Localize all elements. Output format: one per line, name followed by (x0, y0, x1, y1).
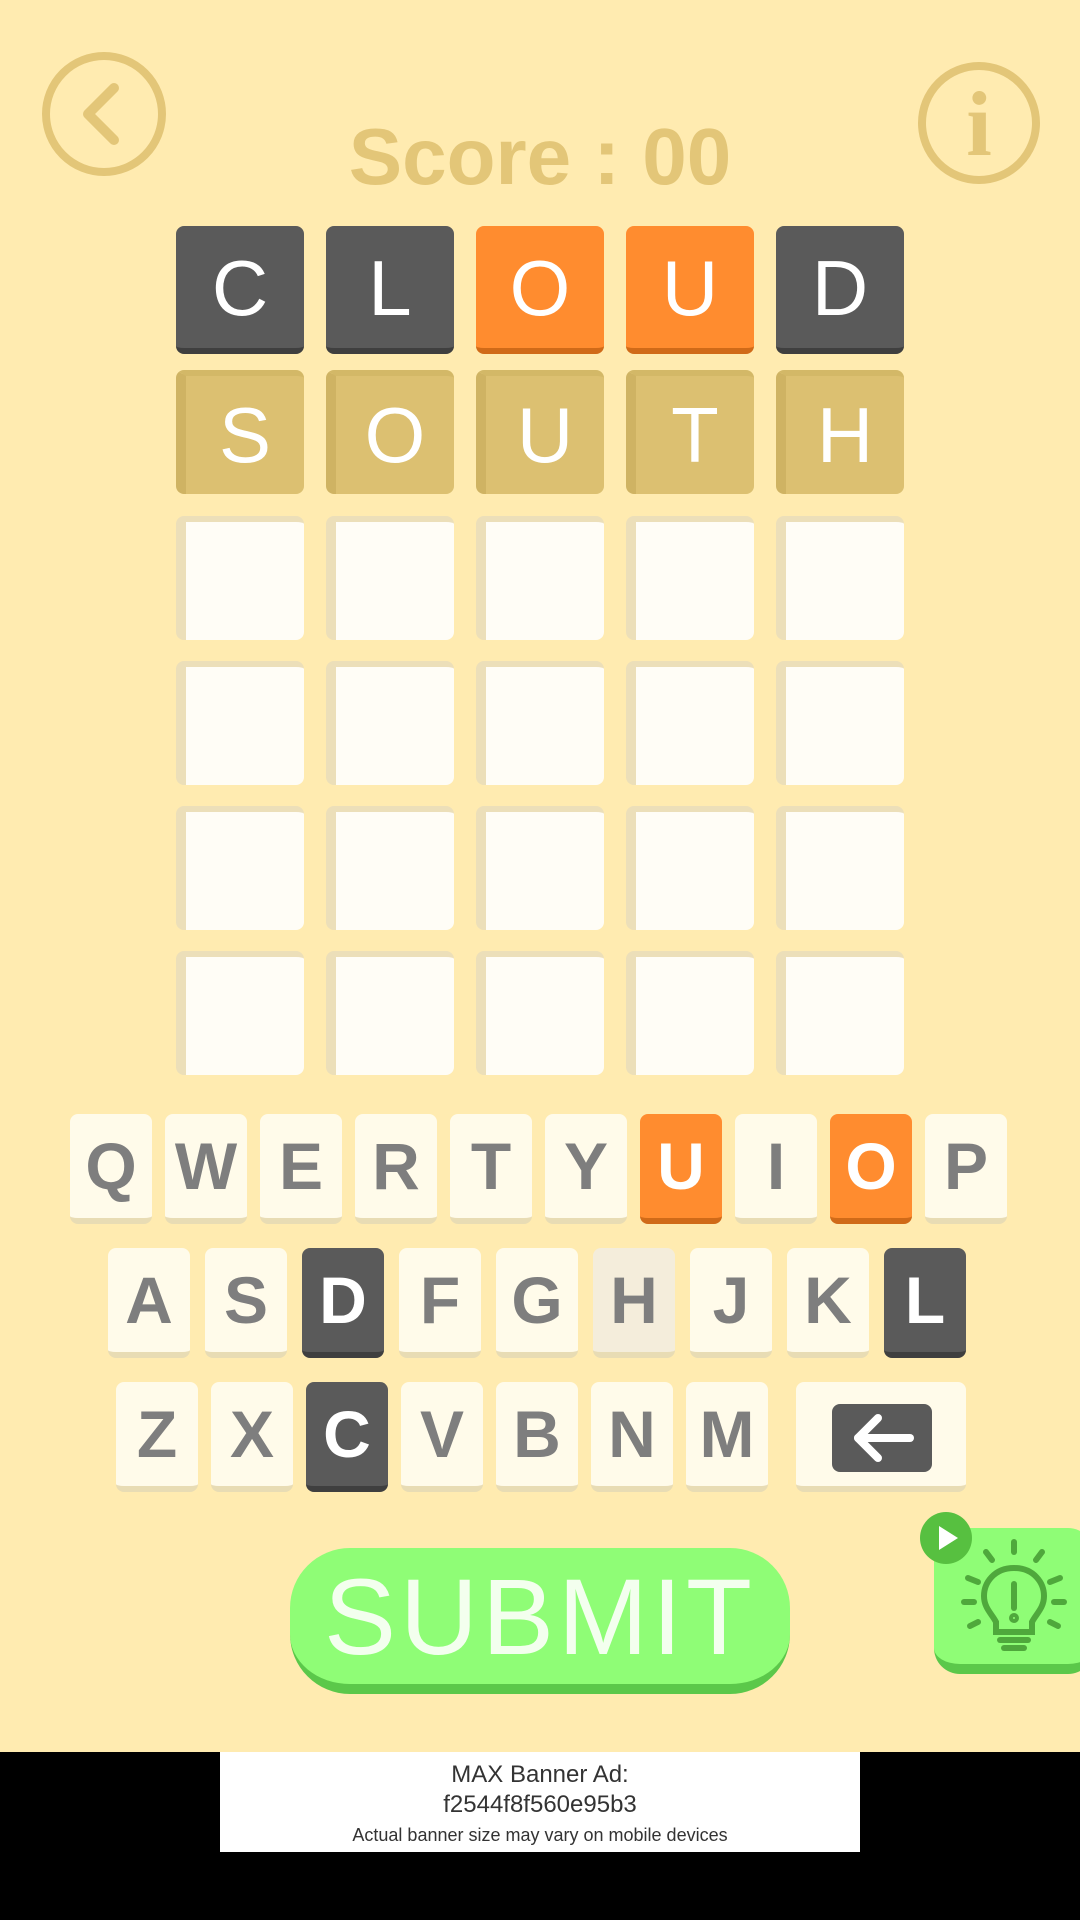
ad-banner[interactable]: MAX Banner Ad: f2544f8f560e95b3 Actual b… (220, 1752, 860, 1852)
ad-note: Actual banner size may vary on mobile de… (352, 1825, 728, 1845)
board-tile: C (176, 226, 304, 354)
ad-title: MAX Banner Ad: (451, 1761, 629, 1788)
board-tile: D (776, 226, 904, 354)
board-tile (326, 661, 454, 785)
board-tile (326, 951, 454, 1075)
key-n[interactable]: N (591, 1382, 673, 1492)
key-y[interactable]: Y (545, 1114, 627, 1224)
board-tile: O (476, 226, 604, 354)
key-s[interactable]: S (205, 1248, 287, 1358)
key-h[interactable]: H (593, 1248, 675, 1358)
board-tile (476, 951, 604, 1075)
key-k[interactable]: K (787, 1248, 869, 1358)
play-icon (939, 1526, 958, 1550)
key-z[interactable]: Z (116, 1382, 198, 1492)
key-b[interactable]: B (496, 1382, 578, 1492)
backspace-arrow-icon (854, 1414, 914, 1462)
submit-button[interactable]: SUBMIT (290, 1548, 790, 1694)
board-tile (626, 951, 754, 1075)
board-tile: O (326, 370, 454, 494)
board-tile (476, 516, 604, 640)
board-tile (776, 806, 904, 930)
key-x[interactable]: X (211, 1382, 293, 1492)
key-t[interactable]: T (450, 1114, 532, 1224)
key-u[interactable]: U (640, 1114, 722, 1224)
key-a[interactable]: A (108, 1248, 190, 1358)
board-tile (626, 806, 754, 930)
board-tile (176, 516, 304, 640)
key-p[interactable]: P (925, 1114, 1007, 1224)
board-tile: U (626, 226, 754, 354)
score-label: Score : 00 (348, 112, 732, 201)
key-r[interactable]: R (355, 1114, 437, 1224)
board-tile (776, 661, 904, 785)
key-d[interactable]: D (302, 1248, 384, 1358)
key-m[interactable]: M (686, 1382, 768, 1492)
key-e[interactable]: E (260, 1114, 342, 1224)
board-tile: L (326, 226, 454, 354)
board-tile (176, 806, 304, 930)
key-w[interactable]: W (165, 1114, 247, 1224)
key-j[interactable]: J (690, 1248, 772, 1358)
board-tile: S (176, 370, 304, 494)
board-tile (326, 806, 454, 930)
board-tile (476, 806, 604, 930)
ad-id: f2544f8f560e95b3 (443, 1791, 637, 1818)
board-tile (626, 661, 754, 785)
board-tile (776, 951, 904, 1075)
key-v[interactable]: V (401, 1382, 483, 1492)
board-tile (776, 516, 904, 640)
board-tile (326, 516, 454, 640)
board-tile: H (776, 370, 904, 494)
board-tile (176, 661, 304, 785)
key-i[interactable]: I (735, 1114, 817, 1224)
backspace-key[interactable] (796, 1382, 966, 1492)
key-o[interactable]: O (830, 1114, 912, 1224)
board-tile (476, 661, 604, 785)
key-f[interactable]: F (399, 1248, 481, 1358)
board-tile: U (476, 370, 604, 494)
key-l[interactable]: L (884, 1248, 966, 1358)
video-reward-badge[interactable] (920, 1512, 972, 1564)
key-c[interactable]: C (306, 1382, 388, 1492)
board-tile (176, 951, 304, 1075)
key-q[interactable]: Q (70, 1114, 152, 1224)
board-tile (626, 516, 754, 640)
board-tile: T (626, 370, 754, 494)
key-g[interactable]: G (496, 1248, 578, 1358)
